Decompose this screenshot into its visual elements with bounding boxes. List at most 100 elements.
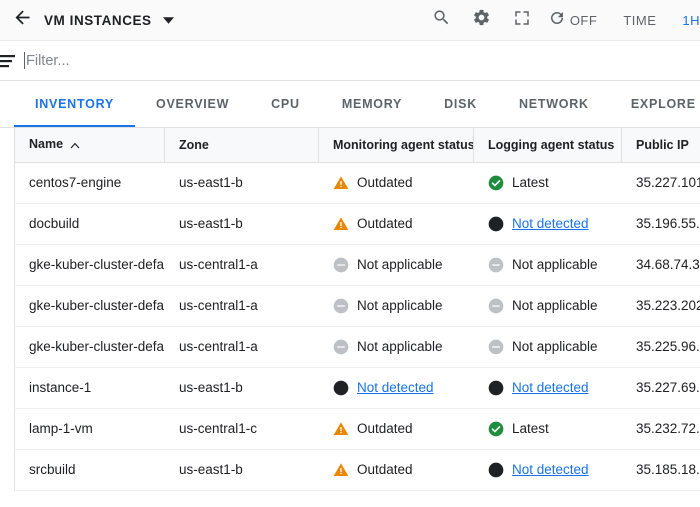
tab-inventory[interactable]: INVENTORY — [14, 81, 135, 127]
status-label: Not applicable — [357, 339, 443, 354]
cell-instance-name[interactable]: instance-1 — [14, 367, 165, 409]
cell-instance-name[interactable]: docbuild — [14, 203, 165, 245]
status-link[interactable]: Not detected — [357, 380, 434, 395]
refresh-icon — [548, 9, 566, 32]
table-row[interactable]: docbuild us-east1-b Outdated Not detected 35… — [14, 203, 700, 245]
column-header-name[interactable]: Name — [14, 128, 165, 163]
cell-monitoring-agent-status: Outdated — [318, 449, 474, 491]
settings-button[interactable] — [462, 0, 502, 41]
warning-icon — [333, 175, 349, 191]
table-row[interactable]: lamp-1-vm us-central1-c Outdated Latest 35.2… — [14, 408, 700, 450]
cell-public-ip: 35.185.18.1 — [621, 449, 700, 491]
cell-monitoring-agent-status: Outdated — [318, 203, 474, 245]
cell-zone: us-central1-c — [164, 408, 319, 450]
cell-public-ip: 35.196.55.1 — [621, 203, 700, 245]
back-arrow-icon — [12, 7, 33, 33]
status-badge: Not applicable — [488, 339, 607, 355]
tab-network[interactable]: NETWORK — [498, 81, 610, 127]
cell-logging-agent-status: Not applicable — [473, 326, 622, 368]
time-label[interactable]: TIME — [623, 13, 656, 28]
cell-instance-name[interactable]: gke-kuber-cluster-defau — [14, 244, 165, 286]
tab-disk[interactable]: DISK — [423, 81, 498, 127]
column-header-label: Public IP — [636, 137, 689, 152]
minus-circle-icon — [333, 339, 349, 355]
cell-monitoring-agent-status: Not applicable — [318, 326, 474, 368]
refresh-toggle[interactable]: OFF — [542, 0, 598, 41]
tab-explore[interactable]: EXPLORE — [610, 81, 700, 127]
fullscreen-icon — [513, 9, 531, 32]
tab-memory[interactable]: MEMORY — [321, 81, 423, 127]
cell-instance-name[interactable]: srcbuild — [14, 449, 165, 491]
status-label: Outdated — [357, 216, 413, 231]
cell-public-ip: 35.223.202. — [621, 285, 700, 327]
minus-circle-icon — [488, 257, 504, 273]
cell-logging-agent-status[interactable]: Not detected — [473, 449, 622, 491]
warning-icon — [333, 216, 349, 232]
sort-ascending-icon — [70, 138, 80, 152]
status-badge: Not detected — [488, 462, 607, 478]
cell-public-ip: 34.68.74.34 — [621, 244, 700, 286]
time-range-label[interactable]: 1H — [682, 13, 700, 28]
status-badge: Not applicable — [488, 298, 607, 314]
dot-icon — [333, 380, 349, 396]
filter-icon[interactable] — [0, 41, 16, 81]
column-header-zone[interactable]: Zone — [164, 128, 319, 163]
tab-label: CPU — [271, 97, 300, 111]
status-label: Not applicable — [357, 257, 443, 272]
back-button[interactable] — [0, 0, 44, 41]
tab-overview[interactable]: OVERVIEW — [135, 81, 250, 127]
column-header-label: Zone — [179, 137, 209, 152]
cell-instance-name[interactable]: gke-kuber-cluster-defau — [14, 326, 165, 368]
cell-public-ip: 35.227.69.9 — [621, 367, 700, 409]
status-link[interactable]: Not detected — [512, 380, 589, 395]
filter-bar — [0, 41, 700, 81]
table-row[interactable]: instance-1 us-east1-b Not detected Not dete… — [14, 367, 700, 409]
table-row[interactable]: gke-kuber-cluster-defau us-central1-a Not … — [14, 326, 700, 368]
column-header-monitoring-agent-status[interactable]: Monitoring agent status — [318, 128, 474, 163]
status-link[interactable]: Not detected — [512, 462, 589, 477]
column-header-label: Name — [29, 137, 64, 152]
table-row[interactable]: srcbuild us-east1-b Outdated Not detected 35… — [14, 449, 700, 491]
fullscreen-button[interactable] — [502, 0, 542, 41]
cell-zone: us-east1-b — [164, 162, 319, 204]
column-header-public-ip[interactable]: Public IP — [621, 128, 700, 163]
cell-instance-name[interactable]: gke-kuber-cluster-defau — [14, 285, 165, 327]
minus-circle-icon — [333, 257, 349, 273]
cell-logging-agent-status: Latest — [473, 408, 622, 450]
inventory-table: Name Zone Monitoring agent status Logging a… — [14, 128, 700, 491]
app-bar: VM INSTANCES OFF TIME 1H — [0, 0, 700, 41]
cell-instance-name[interactable]: lamp-1-vm — [14, 408, 165, 450]
cell-logging-agent-status[interactable]: Not detected — [473, 203, 622, 245]
warning-icon — [333, 421, 349, 437]
cell-zone: us-central1-a — [164, 285, 319, 327]
refresh-state-label: OFF — [569, 12, 598, 28]
cell-logging-agent-status: Not applicable — [473, 244, 622, 286]
filter-input-wrap[interactable] — [16, 41, 700, 81]
table-row[interactable]: gke-kuber-cluster-defau us-central1-a Not … — [14, 244, 700, 286]
status-badge: Not detected — [488, 380, 607, 396]
column-header-label: Monitoring agent status — [333, 137, 474, 152]
cell-instance-name[interactable]: centos7-engine — [14, 162, 165, 204]
status-badge: Latest — [488, 175, 607, 191]
chevron-down-icon[interactable] — [162, 16, 174, 24]
cell-logging-agent-status: Latest — [473, 162, 622, 204]
dot-icon — [488, 216, 504, 232]
cell-monitoring-agent-status[interactable]: Not detected — [318, 367, 474, 409]
cell-logging-agent-status[interactable]: Not detected — [473, 367, 622, 409]
warning-icon — [333, 462, 349, 478]
tab-cpu[interactable]: CPU — [250, 81, 321, 127]
cell-logging-agent-status: Not applicable — [473, 285, 622, 327]
column-header-logging-agent-status[interactable]: Logging agent status — [473, 128, 622, 163]
dot-icon — [488, 462, 504, 478]
table-row[interactable]: centos7-engine us-east1-b Outdated Latest 35… — [14, 162, 700, 204]
minus-circle-icon — [488, 339, 504, 355]
cell-zone: us-central1-a — [164, 326, 319, 368]
status-badge: Not applicable — [333, 339, 459, 355]
status-label: Latest — [512, 175, 549, 190]
search-button[interactable] — [422, 0, 462, 41]
tab-label: INVENTORY — [35, 97, 114, 111]
status-link[interactable]: Not detected — [512, 216, 589, 231]
filter-input[interactable] — [26, 48, 700, 73]
table-row[interactable]: gke-kuber-cluster-defau us-central1-a Not … — [14, 285, 700, 327]
table-head: Name Zone Monitoring agent status Logging a… — [14, 128, 700, 163]
